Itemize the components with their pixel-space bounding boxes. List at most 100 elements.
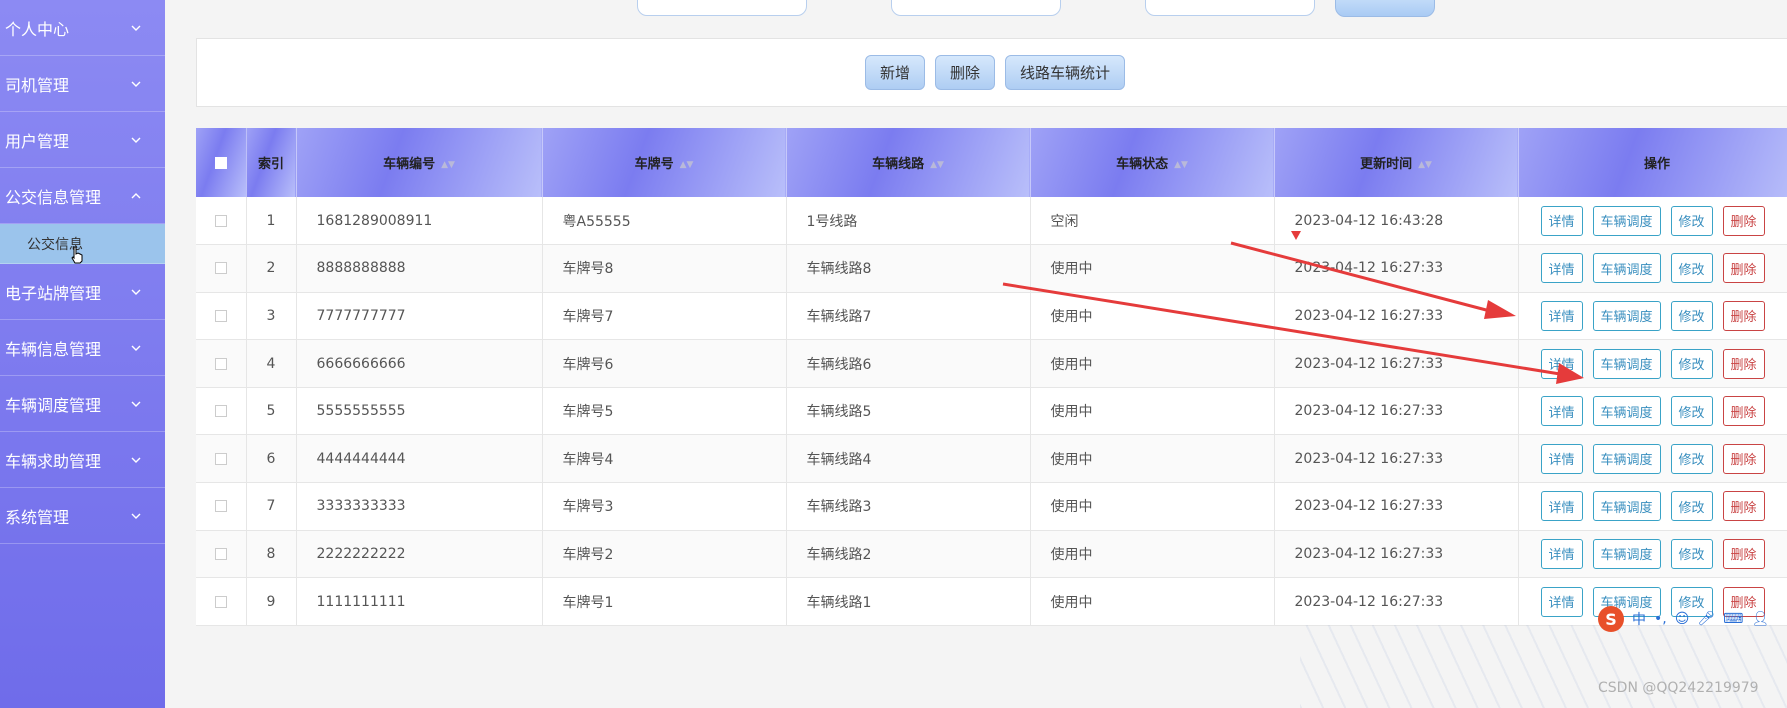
- cell-status: 使用中: [1030, 530, 1275, 579]
- row-checkbox[interactable]: [196, 244, 247, 293]
- detail-button[interactable]: 详情: [1540, 443, 1583, 474]
- add-button[interactable]: 新增: [865, 55, 926, 90]
- sidebar-item-e-stop-sign-management[interactable]: 电子站牌管理: [0, 264, 165, 320]
- cell-index: 4: [246, 339, 297, 388]
- punctuation-icon[interactable]: •,: [1654, 611, 1667, 627]
- row-checkbox[interactable]: [196, 577, 247, 626]
- delete-button[interactable]: 删除: [1722, 253, 1765, 284]
- chevron-down-icon: [129, 453, 143, 467]
- cell-vehicle-no: 8888888888: [296, 244, 543, 293]
- chevron-down-icon: [129, 133, 143, 147]
- dispatch-button[interactable]: 车辆调度: [1592, 396, 1661, 427]
- table-row: 6 4444444444 车牌号4 车辆线路4 使用中 2023-04-12 1…: [196, 434, 1787, 484]
- column-header-route[interactable]: 车辆线路 ▲▼: [786, 128, 1031, 197]
- edit-button[interactable]: 修改: [1670, 491, 1713, 522]
- search-button[interactable]: [1335, 0, 1435, 17]
- edit-button[interactable]: 修改: [1670, 443, 1713, 474]
- delete-button[interactable]: 删除: [1722, 396, 1765, 427]
- edit-button[interactable]: 修改: [1670, 253, 1713, 284]
- delete-button[interactable]: 删除: [1722, 348, 1765, 379]
- row-checkbox[interactable]: [196, 434, 247, 484]
- edit-button[interactable]: 修改: [1670, 205, 1713, 236]
- cell-status: 使用中: [1030, 339, 1275, 388]
- sidebar-item-bus-info-management[interactable]: 公交信息管理: [0, 168, 165, 224]
- sidebar-item-vehicle-help-management[interactable]: 车辆求助管理: [0, 432, 165, 488]
- cell-status: 使用中: [1030, 292, 1275, 341]
- cell-status: 使用中: [1030, 434, 1275, 484]
- row-checkbox[interactable]: [196, 197, 247, 246]
- sidebar-item-label: 车辆调度管理: [5, 395, 102, 415]
- delete-button[interactable]: 删除: [1722, 205, 1765, 236]
- keyboard-icon[interactable]: ⌨: [1723, 611, 1743, 627]
- sidebar-item-vehicle-info-management[interactable]: 车辆信息管理: [0, 320, 165, 376]
- search-input[interactable]: [637, 0, 807, 16]
- delete-button[interactable]: 删除: [1722, 300, 1765, 331]
- detail-button[interactable]: 详情: [1540, 396, 1583, 427]
- cell-index: 6: [246, 434, 297, 484]
- sidebar-item-personal-center[interactable]: 个人中心: [0, 0, 165, 56]
- edit-button[interactable]: 修改: [1670, 538, 1713, 569]
- select-all-checkbox[interactable]: [196, 128, 247, 197]
- dispatch-button[interactable]: 车辆调度: [1592, 253, 1661, 284]
- ime-toolbar[interactable]: S 中 •, ☺ 🎤︎ ⌨ 👤︎: [1598, 602, 1769, 636]
- dispatch-button[interactable]: 车辆调度: [1592, 443, 1661, 474]
- route-vehicle-stats-button[interactable]: 线路车辆统计: [1005, 55, 1126, 90]
- delete-button[interactable]: 删除: [1722, 538, 1765, 569]
- dispatch-button[interactable]: 车辆调度: [1592, 348, 1661, 379]
- edit-button[interactable]: 修改: [1670, 348, 1713, 379]
- batch-delete-button[interactable]: 删除: [935, 55, 996, 90]
- cell-index: 7: [246, 482, 297, 531]
- detail-button[interactable]: 详情: [1540, 538, 1583, 569]
- dispatch-button[interactable]: 车辆调度: [1592, 300, 1661, 331]
- dispatch-button[interactable]: 车辆调度: [1592, 538, 1661, 569]
- column-header-updated[interactable]: 更新时间 ▲▼: [1274, 128, 1519, 197]
- sidebar-item-vehicle-dispatch-management[interactable]: 车辆调度管理: [0, 376, 165, 432]
- table-row: 9 1111111111 车牌号1 车辆线路1 使用中 2023-04-12 1…: [196, 577, 1787, 626]
- detail-button[interactable]: 详情: [1540, 586, 1583, 617]
- cell-route: 车辆线路7: [786, 292, 1031, 341]
- column-header-vehicle-no[interactable]: 车辆编号 ▲▼: [296, 128, 543, 197]
- table-row: 5 5555555555 车牌号5 车辆线路5 使用中 2023-04-12 1…: [196, 387, 1787, 436]
- delete-button[interactable]: 删除: [1722, 443, 1765, 474]
- detail-button[interactable]: 详情: [1540, 253, 1583, 284]
- cell-route: 车辆线路2: [786, 530, 1031, 579]
- sidebar-item-user-management[interactable]: 用户管理: [0, 112, 165, 168]
- cell-ops: 详情 车辆调度 修改 删除: [1518, 339, 1787, 388]
- hand-pointer-icon: [70, 246, 84, 268]
- cell-route: 车辆线路3: [786, 482, 1031, 531]
- sidebar: 个人中心 司机管理 用户管理 公交信息管理 公交信息 电子站牌管理 车辆信息管理…: [0, 0, 165, 708]
- microphone-icon[interactable]: 🎤︎: [1697, 611, 1715, 627]
- detail-button[interactable]: 详情: [1540, 205, 1583, 236]
- dispatch-button[interactable]: 车辆调度: [1592, 491, 1661, 522]
- sidebar-item-system-management[interactable]: 系统管理: [0, 488, 165, 544]
- delete-button[interactable]: 删除: [1722, 491, 1765, 522]
- ime-lang[interactable]: 中: [1632, 609, 1646, 629]
- edit-button[interactable]: 修改: [1670, 300, 1713, 331]
- sort-icon: ▲▼: [1418, 159, 1432, 170]
- row-checkbox[interactable]: [196, 339, 247, 388]
- sidebar-subitem-bus-info[interactable]: 公交信息: [0, 224, 165, 264]
- row-checkbox[interactable]: [196, 387, 247, 436]
- sidebar-item-driver-management[interactable]: 司机管理: [0, 56, 165, 112]
- detail-button[interactable]: 详情: [1540, 491, 1583, 522]
- emoji-icon[interactable]: ☺: [1675, 611, 1690, 627]
- row-checkbox[interactable]: [196, 292, 247, 341]
- cell-vehicle-no: 7777777777: [296, 292, 543, 341]
- detail-button[interactable]: 详情: [1540, 300, 1583, 331]
- dispatch-button[interactable]: 车辆调度: [1592, 205, 1661, 236]
- edit-button[interactable]: 修改: [1670, 396, 1713, 427]
- search-input[interactable]: [891, 0, 1061, 16]
- cell-status: 使用中: [1030, 577, 1275, 626]
- sidebar-item-label: 车辆信息管理: [5, 339, 102, 359]
- cell-updated: 2023-04-12 16:27:33: [1274, 530, 1519, 579]
- column-header-status[interactable]: 车辆状态 ▲▼: [1030, 128, 1275, 197]
- cell-plate: 车牌号8: [542, 244, 787, 293]
- cell-plate: 车牌号5: [542, 387, 787, 436]
- row-checkbox[interactable]: [196, 482, 247, 531]
- detail-button[interactable]: 详情: [1540, 348, 1583, 379]
- cell-vehicle-no: 3333333333: [296, 482, 543, 531]
- search-input[interactable]: [1145, 0, 1315, 16]
- column-header-plate[interactable]: 车牌号 ▲▼: [542, 128, 787, 197]
- row-checkbox[interactable]: [196, 530, 247, 579]
- user-icon[interactable]: 👤︎: [1751, 611, 1769, 627]
